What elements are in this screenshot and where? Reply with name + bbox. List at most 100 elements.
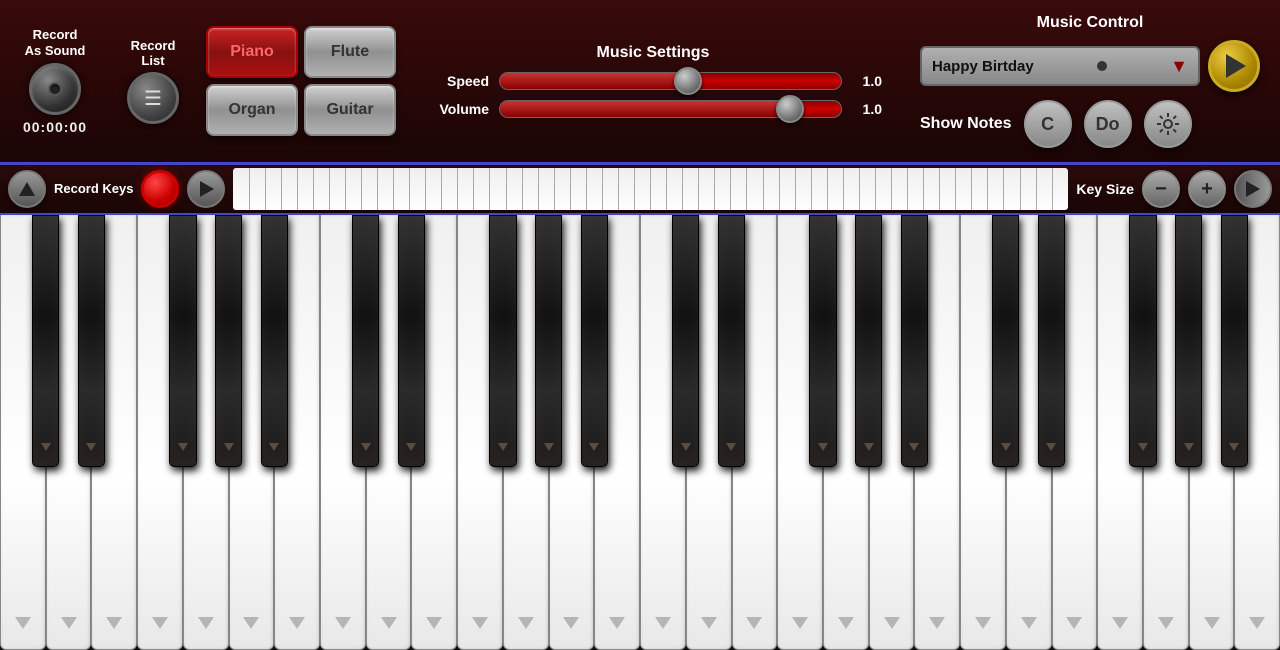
black-key[interactable]	[855, 215, 882, 467]
music-settings-section: Music Settings Speed 1.0 Volume 1.0	[404, 36, 902, 126]
record-keys-button[interactable]	[141, 170, 179, 208]
settings-icon	[1157, 113, 1179, 135]
key-size-decrease-button[interactable]: −	[1142, 170, 1180, 208]
timer-display: 00:00:00	[23, 119, 87, 135]
right-arrow-icon	[1246, 181, 1260, 197]
black-key[interactable]	[809, 215, 836, 467]
black-key[interactable]	[718, 215, 745, 467]
key-arrow-icon	[152, 617, 168, 629]
black-key[interactable]	[169, 215, 196, 467]
volume-row: Volume 1.0	[424, 100, 882, 118]
note-c-button[interactable]: C	[1024, 100, 1072, 148]
scroll-up-button[interactable]	[8, 170, 46, 208]
black-key[interactable]	[78, 215, 105, 467]
volume-fill	[500, 101, 790, 117]
piano-wrapper	[0, 215, 1280, 650]
chevron-down-icon: ▼	[1170, 56, 1188, 77]
black-key[interactable]	[1038, 215, 1065, 467]
record-keys-label: Record Keys	[54, 181, 133, 197]
black-key[interactable]	[1129, 215, 1156, 467]
key-arrow-icon	[243, 617, 259, 629]
key-arrow-icon	[1112, 617, 1128, 629]
mini-keyboard	[233, 168, 1068, 210]
black-key[interactable]	[261, 215, 288, 467]
speed-row: Speed 1.0	[424, 72, 882, 90]
speed-value: 1.0	[852, 73, 882, 89]
music-control-title: Music Control	[920, 14, 1260, 32]
instrument-row-2: Organ Guitar	[206, 84, 396, 136]
black-key[interactable]	[535, 215, 562, 467]
volume-track[interactable]	[499, 100, 842, 118]
notes-row: Show Notes C Do	[920, 100, 1260, 148]
key-arrow-icon	[1204, 617, 1220, 629]
scroll-right-button[interactable]	[1234, 170, 1272, 208]
up-arrow-icon	[19, 182, 35, 196]
black-key[interactable]	[398, 215, 425, 467]
key-arrow-icon	[975, 617, 991, 629]
volume-value: 1.0	[852, 101, 882, 117]
flute-button[interactable]: Flute	[304, 26, 396, 78]
song-dropdown[interactable]: Happy Birtday ▼	[920, 46, 1200, 86]
piano-button[interactable]: Piano	[206, 26, 298, 78]
key-arrow-icon	[792, 617, 808, 629]
key-arrow-icon	[61, 617, 77, 629]
key-arrow-icon	[884, 617, 900, 629]
record-sound-knob[interactable]	[29, 63, 81, 115]
key-arrow-icon	[701, 617, 717, 629]
guitar-button[interactable]: Guitar	[304, 84, 396, 136]
volume-thumb[interactable]	[776, 95, 804, 123]
note-extra-button[interactable]	[1144, 100, 1192, 148]
black-key[interactable]	[581, 215, 608, 467]
speed-thumb[interactable]	[674, 67, 702, 95]
play-button[interactable]	[1208, 40, 1260, 92]
speed-label: Speed	[424, 73, 489, 89]
top-bar: RecordAs Sound 00:00:00 RecordList ☰ Pia…	[0, 0, 1280, 165]
black-key[interactable]	[489, 215, 516, 467]
note-do-button[interactable]: Do	[1084, 100, 1132, 148]
key-arrow-icon	[609, 617, 625, 629]
key-arrow-icon	[1158, 617, 1174, 629]
key-size-increase-button[interactable]: +	[1188, 170, 1226, 208]
key-arrow-icon	[746, 617, 762, 629]
record-list-section: RecordList ☰	[108, 38, 198, 124]
keys-bar: Record Keys Key Size − +	[0, 165, 1280, 215]
key-arrow-icon	[472, 617, 488, 629]
key-arrow-icon	[655, 617, 671, 629]
key-arrow-icon	[289, 617, 305, 629]
organ-button[interactable]: Organ	[206, 84, 298, 136]
key-arrow-icon	[335, 617, 351, 629]
key-arrow-icon	[106, 617, 122, 629]
black-key[interactable]	[352, 215, 379, 467]
music-control-section: Music Control Happy Birtday ▼ Show Notes…	[910, 6, 1270, 156]
key-arrow-icon	[838, 617, 854, 629]
play-keys-button[interactable]	[187, 170, 225, 208]
key-arrow-icon	[15, 617, 31, 629]
black-key[interactable]	[901, 215, 928, 467]
play-keys-icon	[200, 181, 214, 197]
volume-label: Volume	[424, 101, 489, 117]
key-arrow-icon	[563, 617, 579, 629]
key-arrow-icon	[929, 617, 945, 629]
song-name: Happy Birtday	[932, 58, 1034, 75]
key-arrow-icon	[1066, 617, 1082, 629]
black-key[interactable]	[1221, 215, 1248, 467]
key-arrow-icon	[1021, 617, 1037, 629]
key-arrow-icon	[198, 617, 214, 629]
black-key[interactable]	[32, 215, 59, 467]
record-sound-section: RecordAs Sound 00:00:00	[10, 27, 100, 134]
speed-track[interactable]	[499, 72, 842, 90]
piano-section	[0, 215, 1280, 650]
black-key[interactable]	[1175, 215, 1202, 467]
list-icon: ☰	[144, 86, 162, 111]
play-icon	[1226, 54, 1246, 78]
key-arrow-icon	[1249, 617, 1265, 629]
black-key[interactable]	[992, 215, 1019, 467]
record-list-label: RecordList	[131, 38, 176, 68]
black-key[interactable]	[672, 215, 699, 467]
black-key[interactable]	[215, 215, 242, 467]
show-notes-label: Show Notes	[920, 115, 1012, 133]
record-list-knob[interactable]: ☰	[127, 72, 179, 124]
key-arrow-icon	[518, 617, 534, 629]
knob-inner	[48, 82, 62, 96]
key-arrow-icon	[381, 617, 397, 629]
